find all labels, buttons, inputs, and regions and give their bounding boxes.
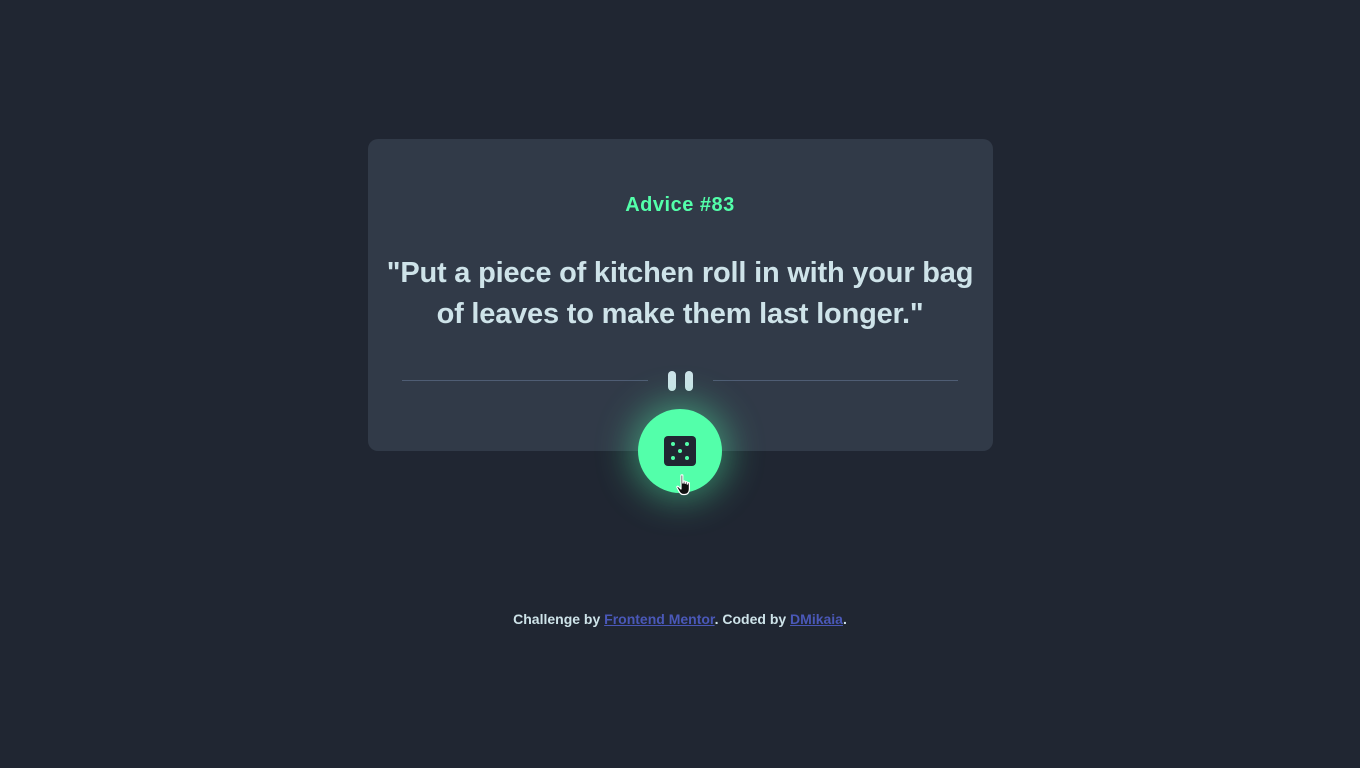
footer-prefix: Challenge by [513,611,605,627]
dice-icon [664,436,696,466]
pause-bar-left [668,371,676,391]
advice-id: Advice #83 [625,194,735,216]
divider-line-left [402,380,648,381]
footer-suffix: . [842,611,847,627]
dice-pip [685,456,689,460]
pause-bar-right [685,371,693,391]
frontend-mentor-link[interactable]: Frontend Mentor [604,611,714,627]
author-link[interactable]: DMikaia [790,611,843,627]
pause-icon [667,371,694,391]
footer-middle: . Coded by [714,611,791,627]
pointer-cursor-icon [676,474,690,496]
attribution-footer: Challenge by Frontend Mentor. Coded by D… [0,611,1360,627]
dice-pip [671,456,675,460]
dice-pip [685,442,689,446]
dice-pip [678,449,682,453]
divider-line-right [713,380,958,381]
advice-generator-page: Advice #83 "Put a piece of kitchen roll … [0,0,1360,768]
dice-pip [671,442,675,446]
advice-quote: "Put a piece of kitchen roll in with you… [386,257,974,330]
